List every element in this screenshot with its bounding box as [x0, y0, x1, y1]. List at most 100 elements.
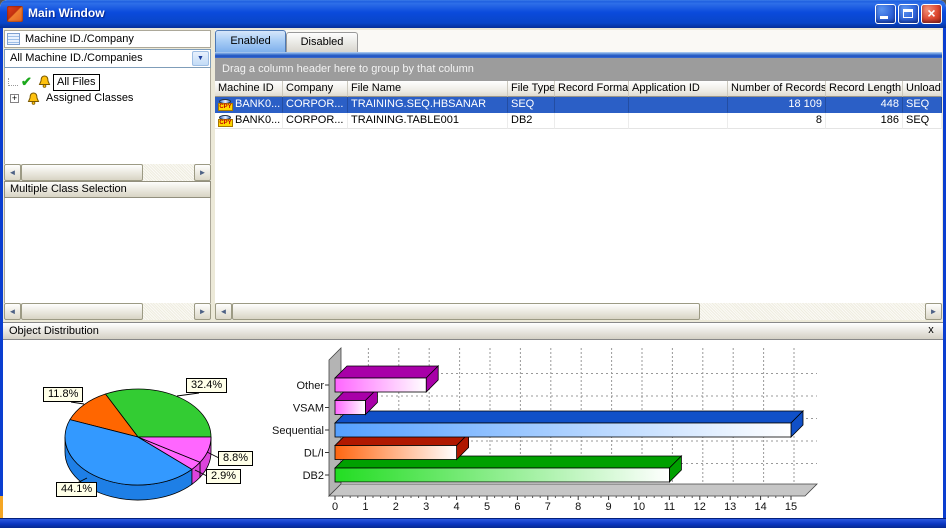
pie-callout-line [71, 402, 84, 404]
axis-tick-label: 2 [393, 501, 399, 513]
dropdown-button[interactable]: ▼ [192, 51, 209, 66]
pie-callout-line [177, 393, 199, 396]
group-by-hint[interactable]: Drag a column header here to group by th… [215, 58, 942, 81]
column-header-application-id[interactable]: Application ID [629, 81, 728, 97]
cell-unload-i: SEQ [903, 113, 942, 129]
tree-item-all-files[interactable]: ✔ All Files [5, 74, 210, 91]
scroll-left-button[interactable]: ◄ [4, 303, 21, 320]
tree-horizontal-scrollbar[interactable]: ◄ ► [4, 164, 211, 181]
cell-file-name: TRAINING.TABLE001 [348, 113, 508, 129]
column-header-number-of-records[interactable]: Number of Records [728, 81, 826, 97]
scroll-thumb[interactable] [21, 164, 143, 181]
axis-tick-label: 11 [664, 501, 675, 513]
expand-icon[interactable]: + [10, 94, 19, 103]
category-label-other: Other [296, 380, 324, 392]
machine-panel-header[interactable]: Machine ID./Company [4, 30, 211, 48]
tab-bar: Enabled Disabled [215, 30, 942, 52]
axis-tick-label: 10 [633, 501, 645, 513]
axis-tick-label: 15 [785, 501, 797, 513]
column-header-record-format[interactable]: Record Format [555, 81, 629, 97]
multiple-class-selection-header[interactable]: Multiple Class Selection [4, 181, 211, 198]
column-header-machine-id[interactable]: Machine ID [215, 81, 283, 97]
axis-tick-label: 1 [362, 501, 368, 513]
bar-dl-i [335, 446, 457, 460]
scroll-left-button[interactable]: ◄ [215, 303, 232, 320]
bell-icon [27, 92, 40, 106]
cell-file-type: DB2 [508, 113, 555, 129]
tree-item-label[interactable]: All Files [53, 74, 100, 91]
cell-number-of-records: 8 [728, 113, 826, 129]
minimize-button[interactable] [875, 4, 896, 24]
axis-tick-label: 14 [754, 501, 766, 513]
tab-disabled[interactable]: Disabled [286, 32, 358, 52]
chevron-down-icon: ▼ [197, 55, 204, 62]
close-button[interactable]: × [921, 4, 942, 24]
category-label-vsam: VSAM [293, 403, 324, 415]
axis-tick-label: 8 [575, 501, 581, 513]
pie-label-vsam: 2.9% [206, 469, 241, 484]
axis-tick-label: 5 [484, 501, 490, 513]
cell-record-format [555, 97, 629, 113]
bar-other [335, 378, 426, 392]
table-row[interactable]: CPYBANK0...CORPOR...TRAINING.SEQ.HBSANAR… [215, 97, 942, 113]
titlebar[interactable]: Main Window × [0, 0, 946, 28]
column-header-company[interactable]: Company [283, 81, 348, 97]
pie-label-sequential: 44.1% [56, 482, 97, 497]
window-border-accent [0, 496, 3, 518]
grip-icon [7, 33, 20, 45]
machine-panel-header-label: Machine ID./Company [25, 31, 134, 47]
copybook-file-icon: CPY [218, 115, 233, 127]
cell-number-of-records: 18 109 [728, 97, 826, 113]
scroll-right-button[interactable]: ► [925, 303, 942, 320]
scroll-left-button[interactable]: ◄ [4, 164, 21, 181]
maximize-button[interactable] [898, 4, 919, 24]
pie-label-db2: 32.4% [186, 378, 227, 393]
panel-close-button[interactable]: x [923, 323, 939, 339]
bar-chart: DB2DL/ISequentialVSAMOther01234567891011… [272, 348, 817, 513]
bar-top-sequential [335, 411, 803, 423]
cell-record-length: 448 [826, 97, 903, 113]
axis-tick-label: 6 [514, 501, 520, 513]
chart-panel: DB2DL/ISequentialVSAMOther01234567891011… [3, 340, 943, 518]
chart-floor [329, 484, 817, 496]
column-header-file-type[interactable]: File Type [508, 81, 555, 97]
minimize-icon [880, 16, 888, 19]
machine-filter-dropdown[interactable]: All Machine ID./Companies ▼ [4, 49, 211, 68]
grid-header-row: Machine IDCompanyFile NameFile TypeRecor… [215, 81, 942, 97]
window-title: Main Window [28, 6, 105, 20]
category-label-sequential: Sequential [272, 425, 324, 437]
grid-rows: CPYBANK0...CORPOR...TRAINING.SEQ.HBSANAR… [215, 97, 942, 129]
tree-item-label[interactable]: Assigned Classes [43, 91, 136, 106]
scroll-right-button[interactable]: ► [194, 303, 211, 320]
main-window: Main Window × Machine ID./Company All Ma… [0, 0, 946, 528]
files-grid-panel: Enabled Disabled Drag a column header he… [215, 30, 942, 320]
cell-file-type: SEQ [508, 97, 555, 113]
bell-icon [38, 75, 51, 89]
class-selection-list[interactable] [4, 198, 211, 303]
category-label-dl-i: DL/I [304, 448, 324, 460]
arrow-left-icon: ◄ [9, 168, 17, 177]
arrow-right-icon: ► [199, 307, 207, 316]
bar-db2 [335, 468, 669, 482]
axis-tick-label: 13 [724, 501, 736, 513]
column-header-record-length[interactable]: Record Length [826, 81, 903, 97]
column-header-file-name[interactable]: File Name [348, 81, 508, 97]
grid-horizontal-scrollbar[interactable]: ◄ ► [215, 303, 942, 320]
close-icon: × [922, 5, 941, 23]
bar-sequential [335, 423, 791, 437]
object-distribution-title: Object Distribution [9, 323, 99, 339]
axis-tick-label: 7 [545, 501, 551, 513]
window-border-bottom[interactable] [0, 518, 946, 528]
app-icon [7, 6, 23, 22]
scroll-right-button[interactable]: ► [194, 164, 211, 181]
scroll-thumb[interactable] [21, 303, 143, 320]
column-header-unload-i[interactable]: Unload I [903, 81, 942, 97]
axis-tick-label: 9 [606, 501, 612, 513]
class-list-horizontal-scrollbar[interactable]: ◄ ► [4, 303, 211, 320]
table-row[interactable]: CPYBANK0...CORPOR...TRAINING.TABLE001DB2… [215, 113, 942, 129]
arrow-left-icon: ◄ [9, 307, 17, 316]
tab-enabled[interactable]: Enabled [215, 30, 286, 52]
tree-item-assigned-classes[interactable]: + Assigned Classes [5, 91, 210, 108]
copybook-file-icon: CPY [218, 99, 233, 111]
scroll-thumb[interactable] [232, 303, 700, 320]
